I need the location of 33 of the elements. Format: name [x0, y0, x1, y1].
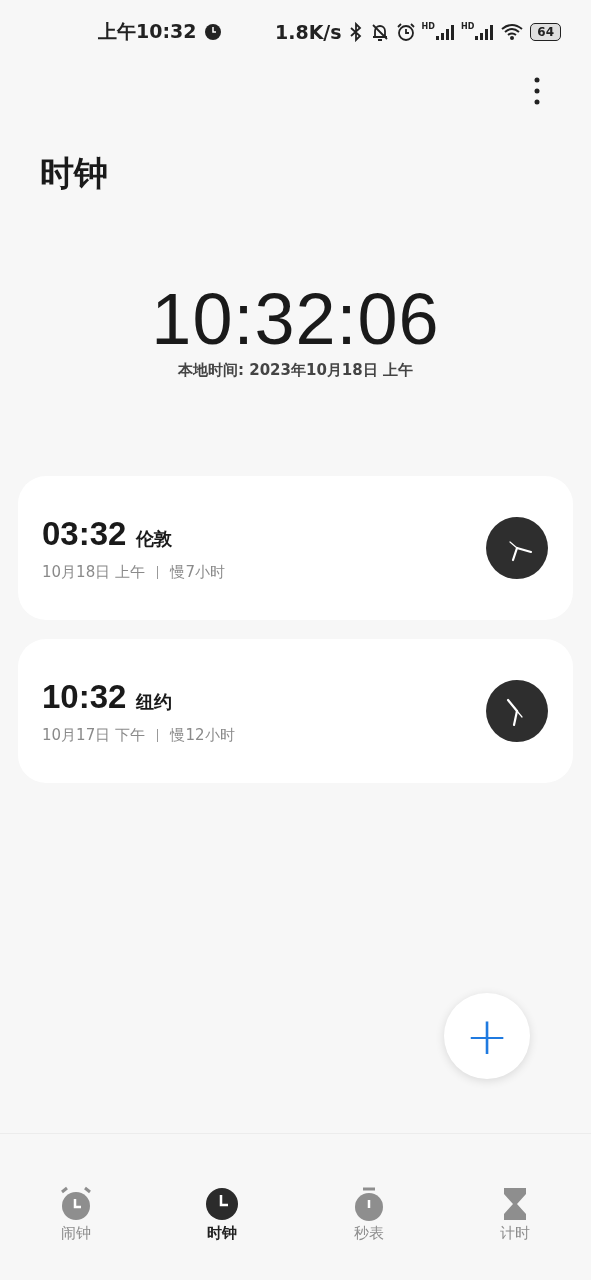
- time-offset: 慢12小时: [170, 725, 235, 745]
- local-time: 10:32:06: [151, 279, 440, 359]
- clock-icon: [204, 23, 223, 41]
- nav-tab[interactable]: 闹钟: [3, 1134, 150, 1280]
- bell-off-icon: [369, 22, 390, 42]
- wifi-icon: [500, 23, 525, 41]
- city-time: 03:32: [42, 514, 127, 553]
- city-name: 伦敦: [136, 526, 173, 551]
- world-clock-card[interactable]: 03:32 伦敦 10月18日 上午 慢7小时: [18, 476, 573, 620]
- alarm-icon: [395, 22, 416, 42]
- city-date: 10月17日 下午: [42, 725, 145, 745]
- world-clock-card[interactable]: 10:32 纽约 10月17日 下午 慢12小时: [18, 639, 573, 783]
- clock-icon: [204, 1186, 241, 1222]
- city-name: 纽约: [136, 689, 173, 714]
- signal-icon: [434, 23, 455, 41]
- more-menu-icon[interactable]: [534, 77, 540, 105]
- add-button[interactable]: +: [444, 993, 530, 1079]
- hd-label: HD: [460, 23, 475, 31]
- nav-tab[interactable]: 计时: [441, 1134, 588, 1280]
- signal-icon: [474, 23, 495, 41]
- nav-tab[interactable]: 秒表: [295, 1134, 442, 1280]
- local-date: 本地时间: 2023年10月18日 上午: [178, 361, 413, 380]
- time-offset: 慢7小时: [170, 562, 225, 582]
- analog-clock-icon: [486, 517, 548, 579]
- status-time: 上午10:32: [98, 19, 197, 44]
- city-time: 10:32: [42, 677, 127, 716]
- analog-clock-icon: [486, 680, 548, 742]
- nav-tab[interactable]: 时钟: [149, 1134, 296, 1280]
- city-date: 10月18日 上午: [42, 562, 145, 582]
- hd-label: HD: [421, 23, 435, 31]
- page-title: 时钟: [40, 152, 109, 195]
- battery-level: 64: [530, 23, 561, 41]
- network-speed: 1.8K/s: [274, 21, 342, 43]
